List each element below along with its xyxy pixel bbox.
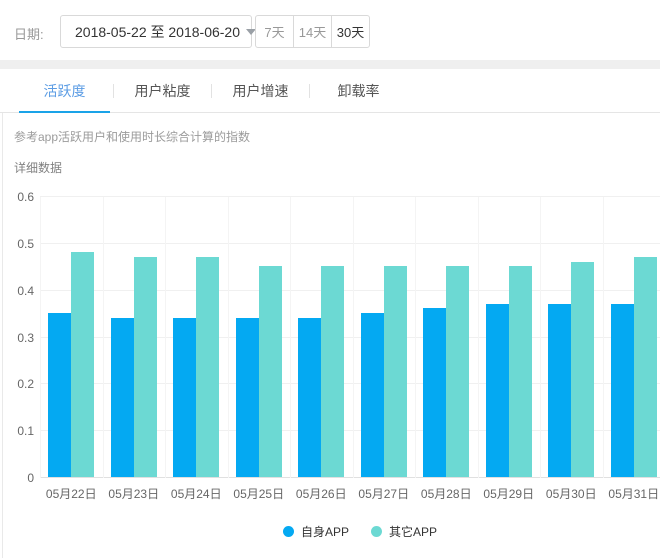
legend-label: 其它APP <box>389 523 437 540</box>
range-7d-button[interactable]: 7天 <box>255 15 294 48</box>
plot-area <box>40 197 660 478</box>
quick-range-group: 7天 14天 30天 <box>255 15 370 48</box>
range-30d-button[interactable]: 30天 <box>331 15 370 48</box>
y-tick-label: 0 <box>27 471 34 485</box>
chart-legend: 自身APP 其它APP <box>0 523 660 540</box>
x-axis-line <box>40 477 660 478</box>
bar-other-app <box>446 266 469 477</box>
section-title: 详细数据 <box>14 159 62 176</box>
legend-label: 自身APP <box>301 523 349 540</box>
grid-vline <box>540 197 541 478</box>
bar-other-app <box>196 257 219 477</box>
tab-separator <box>309 84 310 98</box>
date-range-value: 2018-05-22 至 2018-06-20 <box>75 22 240 42</box>
grid-vline <box>103 197 104 478</box>
legend-item-other-app[interactable]: 其它APP <box>371 523 437 540</box>
y-tick-label: 0.1 <box>17 424 34 438</box>
y-tick-label: 0.6 <box>17 190 34 204</box>
x-tick-label: 05月24日 <box>165 485 228 502</box>
y-axis-labels: 00.10.20.30.40.50.6 <box>0 197 34 478</box>
grid-vline <box>165 197 166 478</box>
grid-vline <box>478 197 479 478</box>
x-axis-labels: 05月22日05月23日05月24日05月25日05月26日05月27日05月2… <box>40 485 660 502</box>
tab-user-growth[interactable]: 用户增速 <box>215 81 306 101</box>
active-tab-underline <box>19 111 110 113</box>
grid-vline <box>603 197 604 478</box>
bar-other-app <box>321 266 344 477</box>
y-tick-label: 0.3 <box>17 331 34 345</box>
grid-vline <box>40 197 41 478</box>
bar-self-app <box>486 304 509 477</box>
bar-self-app <box>48 313 71 477</box>
bar-self-app <box>611 304 634 477</box>
tab-bar: 活跃度 用户粘度 用户增速 卸载率 <box>0 69 660 113</box>
tab-uninstall-rate[interactable]: 卸载率 <box>313 81 404 101</box>
metric-description: 参考app活跃用户和使用时长综合计算的指数 <box>14 128 250 145</box>
legend-dot-icon <box>283 526 294 537</box>
grid-hline <box>40 290 660 291</box>
app-analytics-dashboard: 日期: 2018-05-22 至 2018-06-20 7天 14天 30天 活… <box>0 0 660 558</box>
range-14d-button[interactable]: 14天 <box>293 15 332 48</box>
x-tick-label: 05月28日 <box>415 485 478 502</box>
bar-other-app <box>634 257 657 477</box>
date-range-select[interactable]: 2018-05-22 至 2018-06-20 <box>60 15 252 48</box>
tab-separator <box>113 84 114 98</box>
bar-self-app <box>111 318 134 477</box>
x-tick-label: 05月22日 <box>40 485 103 502</box>
bar-other-app <box>134 257 157 477</box>
section-divider-band <box>0 60 660 69</box>
x-tick-label: 05月31日 <box>603 485 660 502</box>
tab-activity[interactable]: 活跃度 <box>19 81 110 101</box>
grid-hline <box>40 196 660 197</box>
bar-self-app <box>236 318 259 477</box>
x-tick-label: 05月30日 <box>540 485 603 502</box>
grid-vline <box>290 197 291 478</box>
bar-other-app <box>384 266 407 477</box>
y-tick-label: 0.4 <box>17 284 34 298</box>
grid-vline <box>415 197 416 478</box>
bar-other-app <box>71 252 94 477</box>
bar-self-app <box>548 304 571 477</box>
x-tick-label: 05月27日 <box>353 485 416 502</box>
date-label: 日期: <box>14 24 44 43</box>
bar-self-app <box>423 308 446 477</box>
legend-dot-icon <box>371 526 382 537</box>
grid-vline <box>228 197 229 478</box>
bar-other-app <box>571 262 594 477</box>
legend-item-self-app[interactable]: 自身APP <box>283 523 349 540</box>
x-tick-label: 05月25日 <box>228 485 291 502</box>
tab-user-stickiness[interactable]: 用户粘度 <box>117 81 208 101</box>
bar-self-app <box>361 313 384 477</box>
date-filter-bar: 日期: 2018-05-22 至 2018-06-20 7天 14天 30天 <box>0 0 660 60</box>
tab-separator <box>211 84 212 98</box>
grid-vline <box>353 197 354 478</box>
y-tick-label: 0.2 <box>17 377 34 391</box>
x-tick-label: 05月26日 <box>290 485 353 502</box>
bar-other-app <box>509 266 532 477</box>
bar-self-app <box>173 318 196 477</box>
grid-hline <box>40 243 660 244</box>
y-tick-label: 0.5 <box>17 237 34 251</box>
bar-other-app <box>259 266 282 477</box>
x-tick-label: 05月23日 <box>103 485 166 502</box>
x-tick-label: 05月29日 <box>478 485 541 502</box>
bar-self-app <box>298 318 321 477</box>
